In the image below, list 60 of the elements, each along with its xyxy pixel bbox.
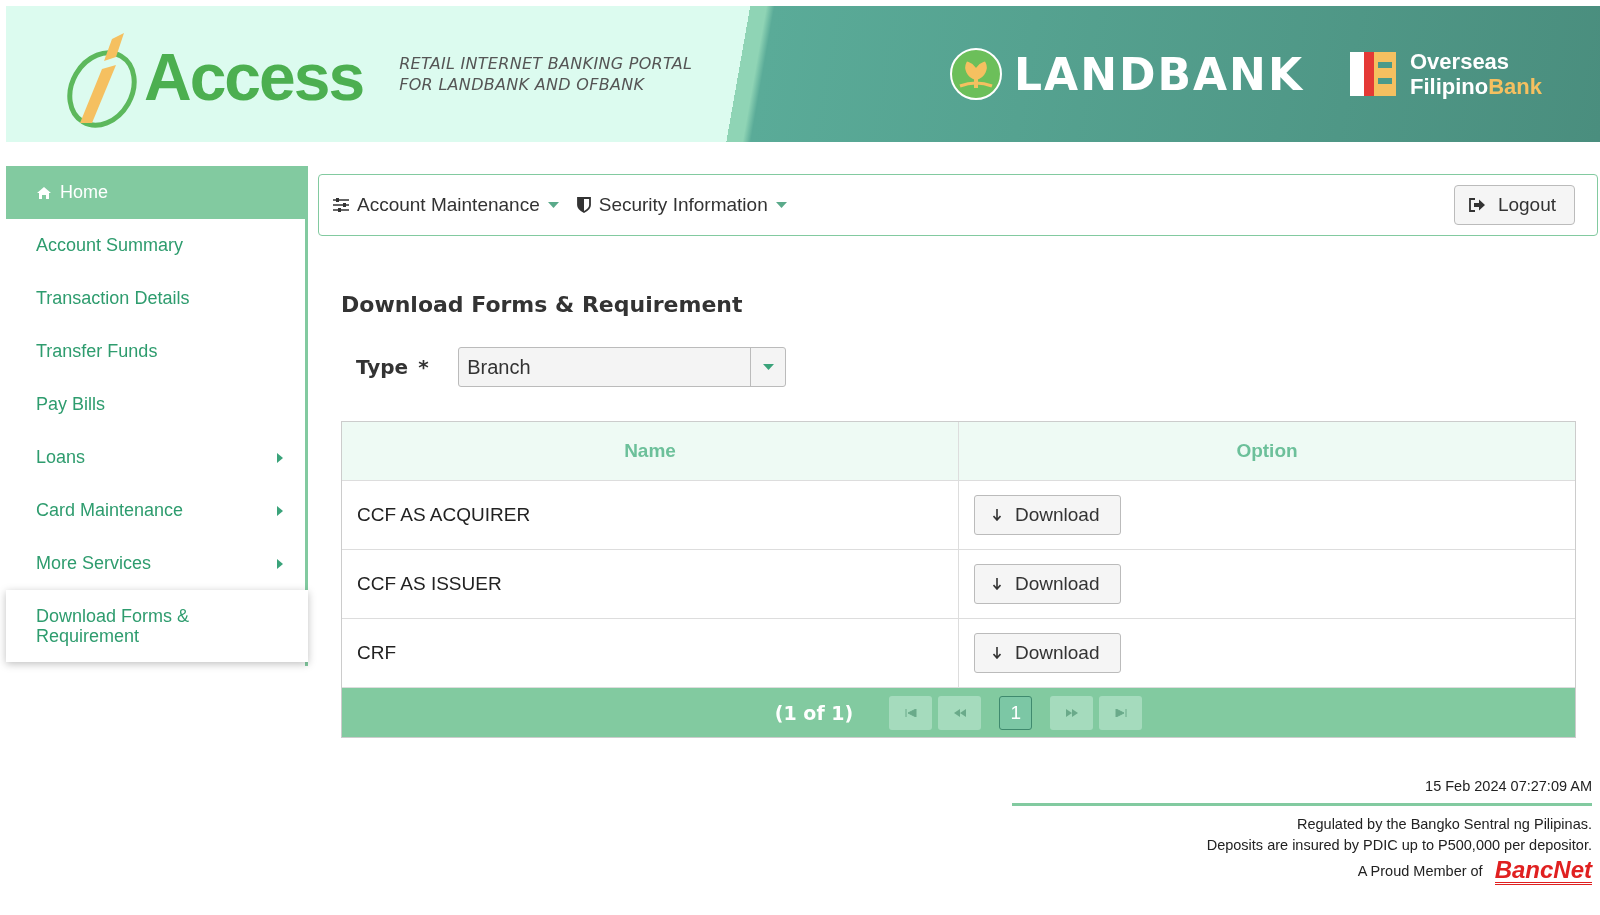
bank-logo-icon [1348, 50, 1398, 98]
sidebar-item[interactable]: Loans [6, 431, 305, 484]
shield-icon [576, 197, 591, 213]
caret-icon [547, 202, 559, 208]
sidebar-item[interactable]: Transfer Funds [6, 325, 305, 378]
download-button[interactable]: Download [974, 495, 1121, 535]
menu-button[interactable]: Security Information [576, 194, 787, 216]
tagline: FOR LANDBANK AND OFBANK [399, 74, 646, 95]
brand-name: LANDBANK [1014, 48, 1304, 100]
download-button[interactable]: Download [974, 564, 1121, 604]
fast-forward-icon [1064, 708, 1079, 717]
first-page-button[interactable] [889, 695, 933, 730]
caret-icon [277, 505, 283, 516]
table-cell-text: CCF AS ISSUER [356, 572, 503, 596]
download-icon [993, 509, 1001, 521]
rewind-icon [952, 708, 967, 717]
column-header: Name [623, 439, 677, 463]
sidebar-item[interactable]: Home [6, 166, 305, 219]
brand-name: Overseas [1410, 49, 1511, 74]
seal-icon [950, 48, 1003, 100]
member-logo: BancNet [1494, 858, 1592, 885]
home-icon [36, 185, 52, 200]
type-dropdown[interactable]: Branch [458, 347, 787, 387]
next-page-button[interactable] [1050, 695, 1094, 730]
timestamp: 15 Feb 2024 07:27:09 AM [1425, 777, 1592, 796]
column-header: Option [958, 422, 1575, 480]
logout-button[interactable]: Logout [1453, 185, 1575, 225]
brand-name: FilipinoBank [1410, 74, 1542, 99]
last-page-icon [1114, 708, 1127, 717]
caret-icon [277, 558, 283, 569]
page-title: Download Forms & Requirement [341, 292, 744, 317]
download-icon [993, 578, 1001, 590]
footer-text: Regulated by the Bangko Sentral ng Pilipinas. [1296, 815, 1592, 834]
sidebar-item[interactable]: Download Forms & Requirement [6, 590, 308, 662]
caret-icon [775, 202, 787, 208]
first-page-icon [904, 708, 917, 717]
page-button[interactable]: 1 [999, 695, 1033, 730]
required-mark: * [418, 355, 430, 379]
footer-text: A Proud Member of [1357, 862, 1483, 881]
previous-page-button[interactable] [938, 695, 982, 730]
footer-text: Deposits are insured by PDIC up to P500,000 per depositor. [1206, 836, 1592, 855]
caret-icon [762, 364, 774, 370]
sidebar-item[interactable]: More Services [6, 537, 305, 590]
last-page-button[interactable] [1099, 695, 1143, 730]
logout-icon [1468, 198, 1486, 212]
logo-text: Access [144, 39, 364, 115]
sidebar-item[interactable]: Account Summary [6, 219, 305, 272]
table-cell-text: CRF [356, 641, 398, 665]
menu-button[interactable]: Account Maintenance [333, 194, 559, 216]
table-cell-text: CCF AS ACQUIRER [356, 503, 532, 527]
field-label: Type [356, 355, 409, 379]
download-icon [993, 647, 1001, 659]
sidebar-item[interactable]: Transaction Details [6, 272, 305, 325]
page-summary: (1 of 1) [774, 701, 854, 724]
caret-icon [277, 452, 283, 463]
sidebar-item[interactable]: Card Maintenance [6, 484, 305, 537]
tagline: RETAIL INTERNET BANKING PORTAL [399, 53, 693, 74]
download-button[interactable]: Download [974, 633, 1121, 673]
sidebar-item[interactable]: Pay Bills [6, 378, 305, 431]
sliders-icon [333, 198, 349, 212]
